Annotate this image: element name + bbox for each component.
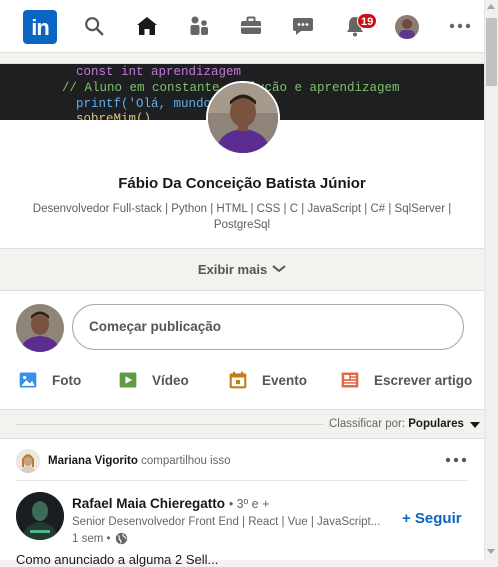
post-text: Como anunciado a alguma 2 Sell...	[16, 552, 219, 567]
sort-dropdown[interactable]: Classificar por: Populares	[329, 418, 464, 430]
post-author[interactable]: Rafael Maia Chieregatto • 3º e +	[72, 496, 269, 511]
avatar[interactable]	[16, 492, 64, 540]
event-icon	[229, 371, 247, 389]
linkedin-logo[interactable]: in	[23, 10, 57, 44]
sharer-action: compartilhou isso	[141, 455, 231, 467]
profile-name[interactable]: Fábio Da Conceição Batista Júnior	[0, 175, 484, 192]
profile-headline: Desenvolvedor Full-stack | Python | HTML…	[32, 203, 452, 231]
globe-icon	[115, 532, 127, 545]
avatar[interactable]	[395, 15, 419, 39]
home-icon[interactable]	[133, 12, 161, 40]
article-icon	[341, 372, 359, 388]
notification-badge: 19	[357, 13, 378, 29]
jobs-icon[interactable]	[237, 12, 265, 40]
photo-icon	[19, 372, 37, 388]
follow-button[interactable]: + Seguir	[402, 510, 462, 527]
sort-divider	[16, 424, 324, 425]
banner-code-line: sobreMim()	[76, 112, 152, 120]
network-icon[interactable]	[185, 12, 213, 40]
connection-degree: • 3º e +	[228, 497, 270, 511]
caret-down-icon[interactable]	[470, 422, 480, 428]
sort-label: Classificar por:	[329, 418, 406, 430]
more-icon[interactable]	[446, 12, 474, 40]
profile-photo[interactable]	[206, 81, 280, 155]
post-sharer: Mariana Vigorito compartilhou isso	[48, 455, 231, 467]
avatar[interactable]	[16, 449, 40, 473]
post-more-icon[interactable]	[444, 450, 468, 475]
post-meta: 1 sem •	[72, 532, 128, 545]
sort-value: Populares	[408, 418, 464, 430]
event-button[interactable]: Evento	[228, 368, 307, 392]
video-label: Vídeo	[152, 372, 189, 388]
banner-code-line: const int aprendizagem	[76, 65, 242, 79]
video-icon	[119, 372, 137, 388]
scrollbar-thumb[interactable]	[486, 18, 497, 86]
event-label: Evento	[262, 372, 308, 388]
video-button[interactable]: Vídeo	[118, 368, 189, 392]
chevron-down-icon	[272, 265, 286, 273]
avatar[interactable]	[16, 304, 64, 352]
post-divider	[16, 480, 468, 481]
post-time: 1 sem •	[72, 532, 111, 545]
start-post-input[interactable]: Começar publicação	[72, 304, 464, 350]
write-article-label: Escrever artigo	[374, 372, 473, 388]
author-headline: Senior Desenvolvedor Front End | React |…	[72, 516, 381, 528]
scroll-up-arrow-icon[interactable]	[487, 4, 495, 9]
write-article-button[interactable]: Escrever artigo	[340, 368, 472, 392]
author-name[interactable]: Rafael Maia Chieregatto	[72, 496, 225, 511]
search-icon[interactable]	[80, 12, 108, 40]
show-more-button[interactable]: Exibir mais	[0, 248, 484, 289]
messaging-icon[interactable]	[289, 12, 317, 40]
banner-code-line: printf('Olá, mundo	[76, 97, 212, 111]
show-more-label: Exibir mais	[197, 261, 268, 277]
scroll-down-arrow-icon[interactable]	[487, 549, 495, 554]
photo-label: Foto	[52, 372, 82, 388]
sharer-name[interactable]: Mariana Vigorito	[48, 455, 138, 467]
photo-button[interactable]: Foto	[18, 368, 81, 392]
